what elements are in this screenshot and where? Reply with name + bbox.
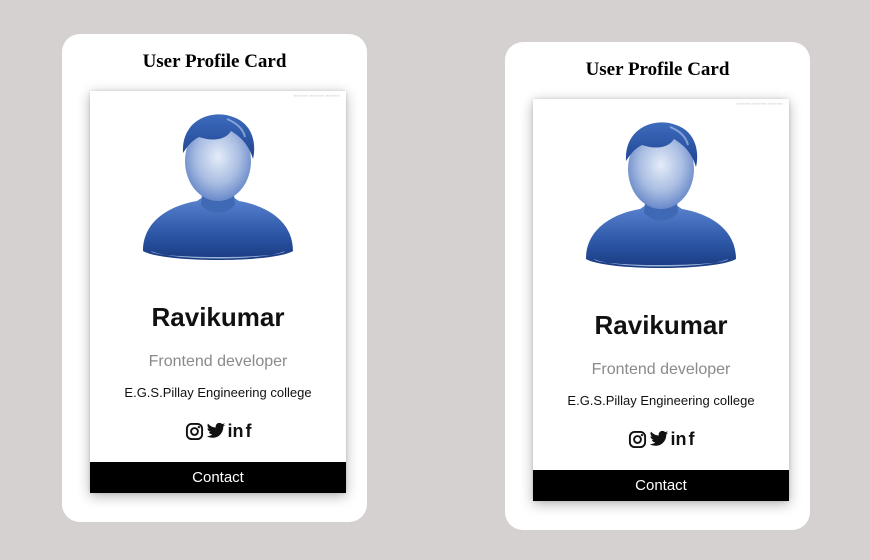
profile-frame-right: User Profile Card ▪▪▪▪▪▪▪▪▪ ▪▪▪▪▪▪▪▪▪ ▪▪… xyxy=(505,42,810,530)
frame-title: User Profile Card xyxy=(585,59,730,80)
profile-name: Ravikumar xyxy=(151,302,285,332)
watermark: ▪▪▪▪▪▪▪▪▪ ▪▪▪▪▪▪▪▪▪ ▪▪▪▪▪▪▪▪▪ xyxy=(293,93,340,98)
facebook-icon[interactable]: f xyxy=(246,421,252,441)
avatar xyxy=(576,109,746,279)
linkedin-icon[interactable]: in xyxy=(671,429,687,449)
user-avatar-icon xyxy=(586,122,736,268)
facebook-icon[interactable]: f xyxy=(689,429,695,449)
contact-button[interactable]: Contact xyxy=(90,462,346,493)
profile-college: E.G.S.Pillay Engineering college xyxy=(124,385,312,400)
profile-name: Ravikumar xyxy=(594,310,728,340)
social-links: in f xyxy=(90,421,346,441)
profile-card: ▪▪▪▪▪▪▪▪▪ ▪▪▪▪▪▪▪▪▪ ▪▪▪▪▪▪▪▪▪ Ravikumar … xyxy=(533,99,789,501)
social-links: in f xyxy=(533,429,789,449)
profile-role: Frontend developer xyxy=(148,353,288,370)
twitter-icon[interactable] xyxy=(649,429,669,449)
watermark: ▪▪▪▪▪▪▪▪▪ ▪▪▪▪▪▪▪▪▪ ▪▪▪▪▪▪▪▪▪ xyxy=(736,101,783,106)
profile-role: Frontend developer xyxy=(591,361,731,378)
instagram-icon[interactable] xyxy=(628,429,647,449)
avatar xyxy=(133,101,303,271)
linkedin-icon[interactable]: in xyxy=(228,421,244,441)
contact-button[interactable]: Contact xyxy=(533,470,789,501)
frame-title: User Profile Card xyxy=(142,51,287,72)
profile-college: E.G.S.Pillay Engineering college xyxy=(567,393,755,408)
profile-card: ▪▪▪▪▪▪▪▪▪ ▪▪▪▪▪▪▪▪▪ ▪▪▪▪▪▪▪▪▪ Ravikumar … xyxy=(90,91,346,493)
twitter-icon[interactable] xyxy=(206,421,226,441)
profile-frame-left: User Profile Card ▪▪▪▪▪▪▪▪▪ ▪▪▪▪▪▪▪▪▪ ▪▪… xyxy=(62,34,367,522)
instagram-icon[interactable] xyxy=(185,421,204,441)
user-avatar-icon xyxy=(143,114,293,260)
